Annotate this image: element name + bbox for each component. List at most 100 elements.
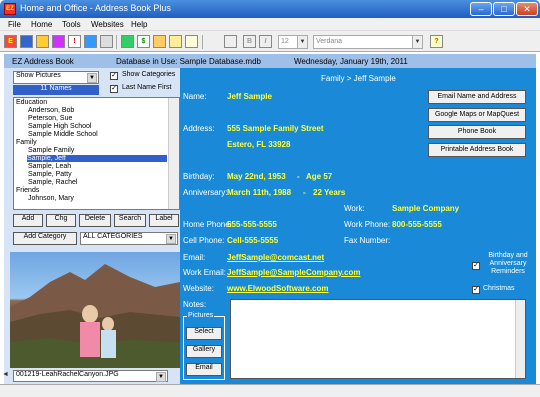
card-icon[interactable]: [36, 35, 49, 48]
italic-button[interactable]: I: [259, 35, 272, 48]
website-link[interactable]: www.ElwoodSoftware.com: [227, 284, 329, 293]
dash: -: [303, 188, 306, 197]
home-phone-label: Home Phone:: [183, 220, 232, 229]
list-item[interactable]: Johnson, Mary: [28, 195, 74, 202]
address-line1: 555 Sample Family Street: [227, 124, 324, 133]
list-item[interactable]: Sample High School: [28, 123, 91, 130]
age-value: Age 57: [306, 172, 333, 181]
dollar-icon[interactable]: $: [137, 35, 150, 48]
list-item-selected[interactable]: Sample, Jeff: [27, 155, 167, 162]
pictures-legend: Pictures: [187, 312, 215, 319]
notes-scrollbar[interactable]: [515, 300, 525, 378]
names-count: 11 Names: [13, 85, 99, 95]
pencil-icon[interactable]: [153, 35, 166, 48]
search-button[interactable]: Search: [114, 214, 146, 227]
menu-file[interactable]: File: [8, 20, 21, 29]
delete-button[interactable]: Delete: [79, 214, 111, 227]
email-picture-button[interactable]: Email: [186, 363, 222, 376]
list-item[interactable]: Sample Family: [28, 147, 74, 154]
menu-home[interactable]: Home: [31, 20, 52, 29]
category-value: ALL CATEGORIES: [83, 233, 143, 240]
email-name-address-button[interactable]: Email Name and Address: [428, 90, 526, 104]
picture-file-value: 001219-LeahRachelCanyon.JPG: [16, 371, 119, 378]
work-email-link[interactable]: JeffSample@SampleCompany.com: [227, 268, 360, 277]
menu-tools[interactable]: Tools: [62, 20, 81, 29]
print-icon[interactable]: [224, 35, 237, 48]
font-name-select[interactable]: Verdana ▼: [313, 35, 423, 49]
minimize-button[interactable]: –: [470, 2, 492, 16]
add-category-button[interactable]: Add Category: [13, 232, 77, 245]
contact-list[interactable]: Education Anderson, Bob Peterson, Sue Sa…: [13, 97, 180, 210]
alert-icon[interactable]: !: [68, 35, 81, 48]
grid-icon[interactable]: [100, 35, 113, 48]
list-item[interactable]: Anderson, Bob: [28, 107, 74, 114]
menu-help[interactable]: Help: [131, 20, 147, 29]
years-value: 22 Years: [313, 188, 346, 197]
picture-icon[interactable]: [121, 35, 134, 48]
scroll-left-icon[interactable]: ◄: [2, 371, 9, 378]
brush-icon[interactable]: [185, 35, 198, 48]
database-name: Database in Use: Sample Database.mdb: [116, 57, 261, 66]
book-icon[interactable]: [20, 35, 33, 48]
help-icon[interactable]: ?: [430, 35, 443, 48]
printable-address-book-button[interactable]: Printable Address Book: [428, 143, 526, 157]
toolbar: E ! $ B I 12 ▼ Verdana ▼ ?: [0, 31, 540, 52]
notepad-icon[interactable]: [169, 35, 182, 48]
anniversary-label: Anniversary:: [183, 188, 228, 197]
window-title: Home and Office - Address Book Plus: [20, 3, 171, 13]
picture-file-select[interactable]: 001219-LeahRachelCanyon.JPG ▼: [13, 370, 168, 382]
list-item[interactable]: Sample, Leah: [28, 163, 71, 170]
change-button[interactable]: Chg: [46, 214, 76, 227]
last-name-first-checkbox[interactable]: ✓: [110, 85, 118, 93]
menu-websites[interactable]: Websites: [91, 20, 124, 29]
birthday-label: Birthday:: [183, 172, 215, 181]
email-link[interactable]: JeffSample@comcast.net: [227, 253, 324, 262]
canyon-photo: [10, 264, 180, 368]
work-value: Sample Company: [392, 204, 460, 213]
label-button[interactable]: Label: [149, 214, 179, 227]
toolbar-divider: [202, 35, 203, 49]
toolbar-divider: [116, 35, 117, 49]
list-group[interactable]: Education: [16, 99, 47, 106]
filter-value: Show Pictures: [16, 72, 61, 79]
chevron-down-icon: ▼: [156, 372, 166, 382]
list-item[interactable]: Sample, Patty: [28, 171, 72, 178]
people-icon[interactable]: [84, 35, 97, 48]
category-select[interactable]: ALL CATEGORIES ▼: [80, 232, 178, 245]
font-name-value: Verdana: [316, 38, 343, 45]
bold-button[interactable]: B: [243, 35, 256, 48]
reminders-checkbox[interactable]: ✓: [472, 262, 480, 270]
email-label: Email:: [183, 253, 206, 262]
chevron-down-icon: ▼: [297, 36, 307, 48]
font-size-select[interactable]: 12 ▼: [278, 35, 308, 49]
phone-book-button[interactable]: Phone Book: [428, 125, 526, 139]
contact-name: Jeff Sample: [227, 92, 272, 101]
chevron-down-icon: ▼: [166, 234, 176, 244]
list-item[interactable]: Peterson, Sue: [28, 115, 72, 122]
maximize-button[interactable]: □: [493, 2, 515, 16]
close-button[interactable]: ✕: [516, 2, 538, 16]
anniversary-value: March 11th, 1988: [227, 188, 292, 197]
notes-field[interactable]: [230, 299, 526, 379]
select-picture-button[interactable]: Select: [186, 327, 222, 340]
gallery-button[interactable]: Gallery: [186, 345, 222, 358]
add-button[interactable]: Add: [13, 214, 43, 227]
filter-select[interactable]: Show Pictures ▼: [13, 71, 99, 84]
show-categories-checkbox[interactable]: ✓: [110, 72, 118, 80]
calendar-icon[interactable]: [52, 35, 65, 48]
maps-button[interactable]: Google Maps or MapQuest: [428, 108, 526, 122]
title-bar: EZ Home and Office - Address Book Plus –…: [0, 0, 540, 18]
list-item[interactable]: Sample Middle School: [28, 131, 98, 138]
notes-label: Notes:: [183, 300, 207, 309]
list-group[interactable]: Family: [16, 139, 37, 146]
fax-label: Fax Number:: [344, 236, 391, 245]
ez-icon[interactable]: E: [4, 35, 17, 48]
list-group[interactable]: Friends: [16, 187, 39, 194]
list-scrollbar[interactable]: [168, 98, 179, 209]
list-item[interactable]: Sample, Rachel: [28, 179, 77, 186]
christmas-checkbox[interactable]: ✓: [472, 286, 480, 294]
current-date: Wednesday, January 19th, 2011: [294, 57, 408, 66]
cell-phone-label: Cell Phone:: [183, 236, 225, 245]
chevron-down-icon: ▼: [412, 36, 422, 48]
work-label: Work:: [344, 204, 365, 213]
